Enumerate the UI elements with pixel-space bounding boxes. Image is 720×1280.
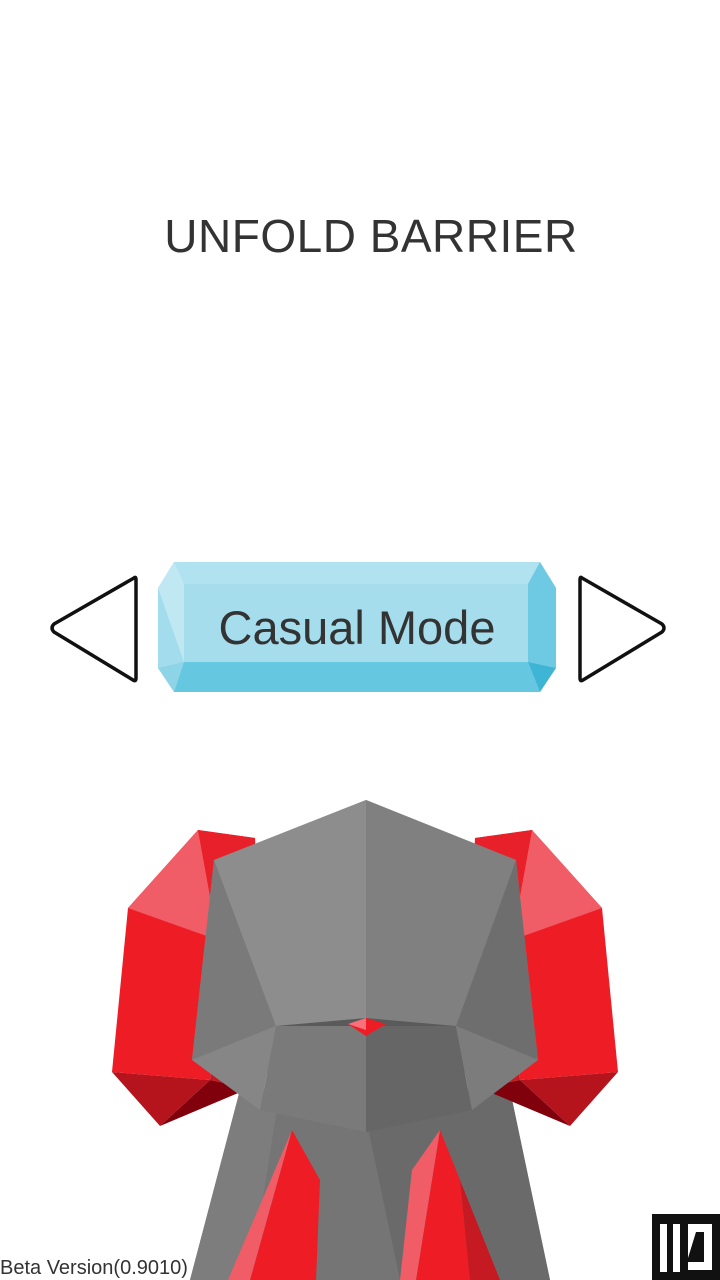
player-character bbox=[100, 790, 640, 1280]
logo-mark bbox=[652, 1214, 720, 1280]
triangle-left-icon bbox=[50, 575, 138, 683]
mode-label: Casual Mode bbox=[218, 601, 496, 654]
triangle-right-icon bbox=[578, 575, 666, 683]
studio-logo-icon[interactable] bbox=[652, 1214, 720, 1280]
robot-character-graphic bbox=[112, 800, 618, 1280]
previous-mode-button[interactable] bbox=[46, 570, 140, 686]
next-mode-button[interactable] bbox=[576, 570, 670, 686]
game-screen: UNFOLD BARRIER Casual Mode Beta Version(… bbox=[0, 0, 720, 1280]
game-title: UNFOLD BARRIER bbox=[164, 210, 578, 262]
mode-select-button[interactable]: Casual Mode bbox=[158, 562, 556, 694]
version-label: Beta Version(0.9010) bbox=[0, 1257, 188, 1279]
